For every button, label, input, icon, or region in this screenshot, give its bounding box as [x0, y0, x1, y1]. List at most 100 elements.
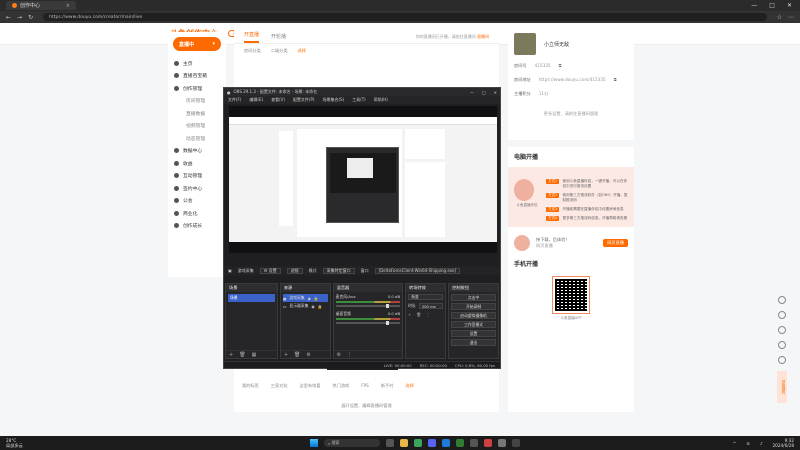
sidebar-subitem-livedata[interactable]: 直播数据 [168, 107, 226, 120]
obs-close-button[interactable]: ✕ [494, 90, 497, 95]
source-item[interactable]: ▭ 显示器采集 ◉ 🔒 [283, 302, 328, 310]
menu-tools[interactable]: 工具(T) [352, 97, 366, 103]
windows-start-icon[interactable] [310, 439, 318, 447]
filter-subcategory[interactable]: 二级分类 [271, 48, 288, 54]
tag-item[interactable]: 热门游戏 [332, 383, 349, 389]
menu-scene-collection[interactable]: 场景集合(S) [322, 97, 344, 103]
star-icon[interactable]: ☆ [777, 14, 782, 21]
volume-slider[interactable] [335, 304, 401, 308]
scene-filter-icon[interactable]: ▦ [252, 352, 257, 358]
help-icon[interactable] [778, 311, 786, 319]
properties-button[interactable]: ⚙ 设置 [259, 267, 281, 274]
stream-button[interactable]: 点击中 [451, 294, 496, 301]
window-select[interactable]: [DeltaForceClient-Win64-Shipping.exe] [374, 267, 460, 274]
discord-icon[interactable] [428, 439, 436, 447]
menu-help[interactable]: 帮助(H) [374, 97, 388, 103]
more-settings-link[interactable]: 展开设置、编辑直播间管理 [234, 403, 499, 409]
sidebar-subitem-dynamic[interactable]: 动态管理 [168, 132, 226, 145]
settings-button[interactable]: 设置 [451, 330, 496, 337]
source-settings-icon[interactable]: ⚙ [306, 352, 310, 358]
forward-icon[interactable]: → [17, 14, 22, 21]
filters-button[interactable]: 滤镜 [286, 267, 303, 274]
source-item[interactable]: ▣ 游戏采集 ◉ 🔒 [282, 294, 328, 302]
copy-icon[interactable]: ⧉ [614, 77, 617, 83]
sidebar-item-sign[interactable]: 签约中心 [168, 182, 226, 195]
profile-more-link[interactable]: 更多设置、请前往直播间管理 [514, 111, 628, 117]
add-scene-icon[interactable]: + [229, 352, 233, 358]
task-view-icon[interactable] [386, 439, 394, 447]
scene-item[interactable]: 场景 [228, 294, 275, 302]
close-tab-icon[interactable]: × [66, 3, 70, 9]
chevron-up-icon[interactable]: ^ [733, 441, 737, 446]
eye-icon[interactable]: ◉ [308, 296, 311, 301]
record-button[interactable]: 开始录制 [451, 303, 496, 310]
menu-file[interactable]: 文件(F) [228, 97, 241, 103]
remove-transition-icon[interactable]: 🗑 [416, 312, 421, 317]
file-explorer-icon[interactable] [400, 439, 408, 447]
close-button[interactable]: ✕ [787, 2, 792, 9]
clock[interactable]: 9:32 2024/6/28 [773, 438, 794, 448]
tag-select[interactable]: 选择 [405, 383, 413, 389]
add-source-icon[interactable]: + [284, 352, 288, 358]
notice-link[interactable]: 直播间 [477, 34, 489, 39]
sidebar-item-income[interactable]: 收益 [168, 157, 226, 170]
remove-scene-icon[interactable]: 🗑 [239, 352, 245, 358]
web-live-button[interactable]: 网页直播 [603, 239, 628, 247]
sidebar-item-data[interactable]: 数据中心 [168, 145, 226, 158]
minimize-button[interactable]: — [751, 2, 757, 9]
target-icon[interactable] [778, 326, 786, 334]
eye-icon[interactable]: ◉ [311, 304, 314, 309]
exit-button[interactable]: 退出 [451, 339, 496, 346]
tag-item[interactable]: 这里有惊喜 [300, 383, 321, 389]
obs-maximize-button[interactable]: □ [482, 90, 486, 95]
taskbar-search[interactable]: ⌕ 搜索 [324, 439, 380, 447]
menu-profile[interactable]: 配置文件(P) [293, 97, 315, 103]
obs-taskbar-icon[interactable] [470, 439, 478, 447]
headset-icon[interactable] [778, 341, 786, 349]
tag-item[interactable]: 新手村 [381, 383, 394, 389]
volume-slider[interactable] [335, 321, 401, 325]
studio-mode-button[interactable]: 工作室模式 [451, 321, 496, 328]
tab-carousel[interactable]: 开轮播 [271, 33, 286, 43]
filter-select[interactable]: 选择 [298, 48, 306, 54]
wifi-icon[interactable]: ≋ [746, 441, 750, 446]
sidebar-item-interact[interactable]: 互动管理 [168, 170, 226, 183]
welfare-tag[interactable]: 领取福利 [777, 371, 787, 403]
tag-item[interactable]: FPS [361, 383, 369, 389]
copy-icon[interactable]: ⧉ [559, 63, 562, 69]
sidebar-item-creation[interactable]: 创作管理 [168, 82, 226, 95]
menu-icon[interactable]: ⋯ [788, 14, 794, 21]
sidebar-item-business[interactable]: 商业化 [168, 207, 226, 220]
sidebar-item-guild[interactable]: 公会 [168, 195, 226, 208]
virtual-camera-button[interactable]: 启动虚拟摄像机 [451, 312, 496, 319]
app-icon[interactable] [498, 439, 506, 447]
info-icon[interactable] [778, 296, 786, 304]
live-status-button[interactable]: 直播中 ▾ [173, 37, 221, 51]
maximize-button[interactable]: □ [769, 2, 775, 9]
app-icon[interactable] [456, 439, 464, 447]
chrome-icon[interactable] [414, 439, 422, 447]
sidebar-subitem-room[interactable]: 房间管理 [168, 95, 226, 108]
sidebar-item-home[interactable]: 主页 [168, 57, 226, 70]
sidebar-item-toolbox[interactable]: 直播百宝箱 [168, 70, 226, 83]
add-transition-icon[interactable]: + [408, 312, 411, 317]
refresh-icon[interactable]: ↻ [28, 14, 33, 21]
obs-preview[interactable] [229, 106, 497, 370]
transition-select[interactable]: 渐变 [408, 294, 444, 300]
sidebar-subitem-video[interactable]: 视频管理 [168, 120, 226, 133]
duration-field[interactable]: 300 ms [418, 303, 444, 309]
back-icon[interactable]: ← [6, 14, 11, 21]
weather-widget[interactable]: 28°C 局部多云 [6, 438, 23, 448]
menu-edit[interactable]: 编辑(E) [249, 97, 263, 103]
app-icon[interactable] [512, 439, 520, 447]
sidebar-item-growth[interactable]: 创作成长 [168, 220, 226, 233]
mixer-menu-icon[interactable]: ⋮ [347, 352, 352, 358]
tag-item[interactable]: 三家对抗 [271, 383, 288, 389]
url-field[interactable]: https://www.douyu.com/creator/main/live [43, 13, 767, 21]
mode-select[interactable]: 采集特定窗口 [322, 267, 355, 274]
tab-start-live[interactable]: 开直播 [244, 31, 260, 43]
douyu-taskbar-icon[interactable] [484, 439, 492, 447]
mixer-settings-icon[interactable]: ⚙ [337, 352, 341, 358]
obs-minimize-button[interactable]: — [470, 90, 474, 95]
edge-icon[interactable] [442, 439, 450, 447]
